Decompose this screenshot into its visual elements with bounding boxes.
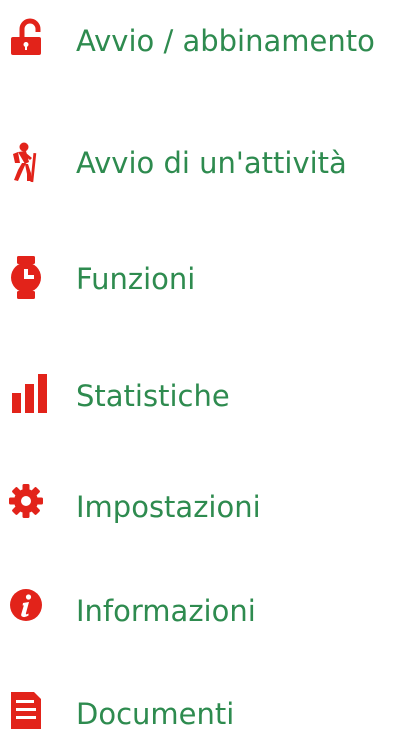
info-icon xyxy=(8,588,52,632)
menu-item-statistics[interactable]: Statistiche xyxy=(0,373,402,433)
unlock-icon xyxy=(8,18,52,62)
menu-item-info[interactable]: Informazioni xyxy=(0,588,402,648)
hiker-icon xyxy=(8,140,52,184)
bar-chart-icon xyxy=(8,373,52,417)
menu-item-label: Informazioni xyxy=(76,594,256,628)
menu-item-documents[interactable]: Documenti xyxy=(0,691,402,751)
main-menu: Avvio / abbinamento Avvio di un'attività xyxy=(0,0,402,733)
watch-icon xyxy=(8,256,52,300)
menu-item-label: Impostazioni xyxy=(76,490,261,524)
menu-item-label: Avvio / abbinamento xyxy=(76,24,375,58)
menu-item-label: Funzioni xyxy=(76,262,196,296)
menu-item-pairing[interactable]: Avvio / abbinamento xyxy=(0,18,402,78)
menu-item-functions[interactable]: Funzioni xyxy=(0,256,402,316)
menu-item-settings[interactable]: Impostazioni xyxy=(0,484,402,544)
menu-item-label: Documenti xyxy=(76,697,235,731)
menu-item-label: Avvio di un'attività xyxy=(76,146,347,180)
menu-item-label: Statistiche xyxy=(76,379,230,413)
gear-icon xyxy=(8,484,52,528)
document-icon xyxy=(8,691,52,735)
menu-item-start-activity[interactable]: Avvio di un'attività xyxy=(0,140,402,200)
